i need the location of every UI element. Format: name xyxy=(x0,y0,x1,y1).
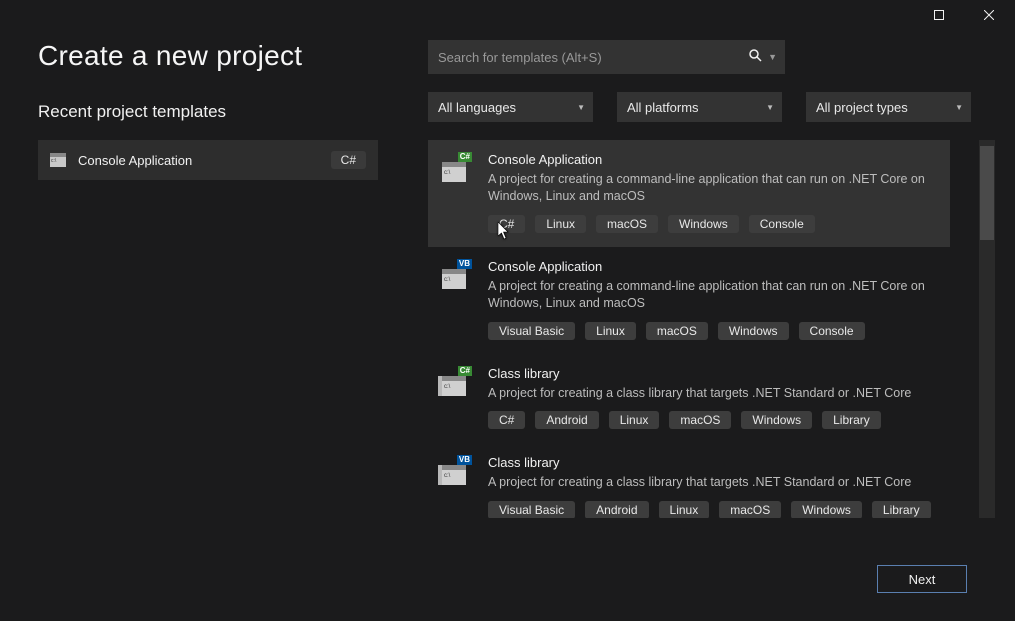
console-app-icon xyxy=(50,153,66,167)
tag: Visual Basic xyxy=(488,501,575,518)
maximize-icon xyxy=(934,10,944,20)
tag: Console xyxy=(799,322,865,340)
tag: macOS xyxy=(596,215,658,233)
tag: Linux xyxy=(659,501,710,518)
platform-filter-label: All platforms xyxy=(627,100,699,115)
window-titlebar xyxy=(0,0,1015,30)
tag: Linux xyxy=(609,411,660,429)
tag: Linux xyxy=(585,322,636,340)
tag: Windows xyxy=(668,215,739,233)
tag: Linux xyxy=(535,215,586,233)
template-tags: C# Linux macOS Windows Console xyxy=(488,215,936,233)
tag: Android xyxy=(535,411,598,429)
tag: macOS xyxy=(646,322,708,340)
tag: Windows xyxy=(741,411,812,429)
recent-template-item[interactable]: Console Application C# xyxy=(38,140,378,180)
recent-template-name: Console Application xyxy=(78,153,192,168)
template-item[interactable]: VB Console Application A project for creat… xyxy=(428,247,950,354)
window-close-button[interactable] xyxy=(967,1,1011,29)
language-filter-label: All languages xyxy=(438,100,516,115)
tag: Android xyxy=(585,501,648,518)
next-button[interactable]: Next xyxy=(877,565,967,593)
lib-template-icon: C# xyxy=(442,368,470,396)
scrollbar-thumb[interactable] xyxy=(980,146,994,240)
tag: Library xyxy=(872,501,931,518)
console-template-icon: VB xyxy=(442,261,470,289)
tag: macOS xyxy=(719,501,781,518)
template-item[interactable]: C# Class library A project for creating a … xyxy=(428,354,950,444)
recent-templates-header: Recent project templates xyxy=(38,102,378,122)
chevron-down-icon: ▼ xyxy=(955,103,963,112)
template-search[interactable]: ▼ xyxy=(428,40,785,74)
template-description: A project for creating a class library t… xyxy=(488,474,936,491)
window-maximize-button[interactable] xyxy=(917,1,961,29)
template-list[interactable]: C# Console Application A project for creat… xyxy=(428,140,950,518)
project-type-filter-dropdown[interactable]: All project types ▼ xyxy=(806,92,971,122)
platform-filter-dropdown[interactable]: All platforms ▼ xyxy=(617,92,782,122)
search-dropdown-caret[interactable]: ▼ xyxy=(768,52,777,62)
language-filter-dropdown[interactable]: All languages ▼ xyxy=(428,92,593,122)
template-tags: Visual Basic Android Linux macOS Windows Libr… xyxy=(488,501,936,518)
page-title: Create a new project xyxy=(38,40,378,72)
tag: Windows xyxy=(718,322,789,340)
template-description: A project for creating a command-line ap… xyxy=(488,171,936,205)
tag: Console xyxy=(749,215,815,233)
template-item[interactable]: C# Console Application A project for creat… xyxy=(428,140,950,247)
template-title: Class library xyxy=(488,455,936,470)
tag: C# xyxy=(488,215,525,233)
chevron-down-icon: ▼ xyxy=(577,103,585,112)
tag: Visual Basic xyxy=(488,322,575,340)
recent-template-lang: C# xyxy=(331,151,366,169)
template-tags: Visual Basic Linux macOS Windows Console xyxy=(488,322,936,340)
search-icon[interactable] xyxy=(749,49,762,65)
template-title: Console Application xyxy=(488,259,936,274)
template-description: A project for creating a command-line ap… xyxy=(488,278,936,312)
tag: macOS xyxy=(669,411,731,429)
chevron-down-icon: ▼ xyxy=(766,103,774,112)
tag: Windows xyxy=(791,501,862,518)
close-icon xyxy=(984,10,994,20)
project-type-filter-label: All project types xyxy=(816,100,908,115)
lib-template-icon: VB xyxy=(442,457,470,485)
tag: C# xyxy=(488,411,525,429)
tag: Library xyxy=(822,411,881,429)
template-title: Console Application xyxy=(488,152,936,167)
template-description: A project for creating a class library t… xyxy=(488,385,936,402)
template-item[interactable]: VB Class library A project for creating a … xyxy=(428,443,950,518)
search-input[interactable] xyxy=(438,50,749,65)
console-template-icon: C# xyxy=(442,154,470,182)
template-tags: C# Android Linux macOS Windows Library xyxy=(488,411,936,429)
template-title: Class library xyxy=(488,366,936,381)
